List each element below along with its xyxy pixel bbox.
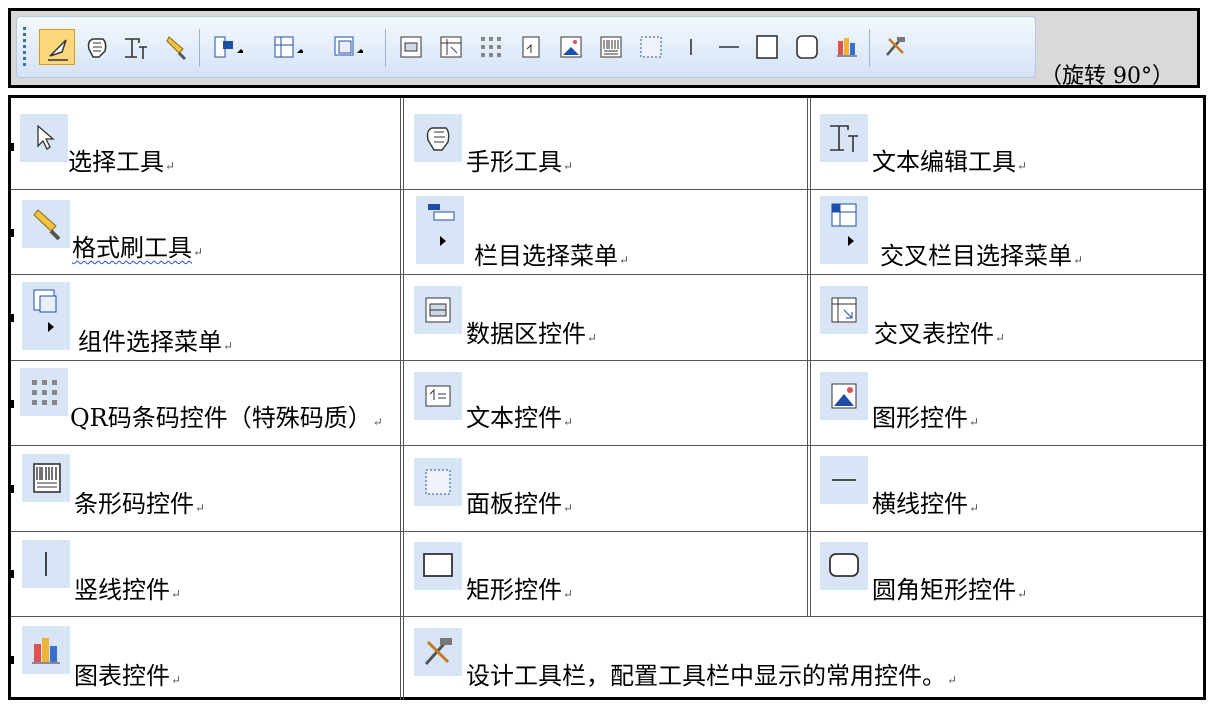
cell-label: 栏目选择菜单↵ xyxy=(474,242,630,270)
cell-label: 文本编辑工具↵ xyxy=(872,148,1028,176)
cell-label: 交叉栏目选择菜单↵ xyxy=(880,242,1084,270)
select-tool-icon[interactable] xyxy=(39,29,75,65)
crosstab-control-icon[interactable] xyxy=(433,29,469,65)
barcode-control-icon[interactable] xyxy=(593,29,629,65)
cell-label: 数据区控件↵ xyxy=(466,320,598,348)
cell-label: 选择工具↵ xyxy=(68,148,176,176)
qr-barcode-control-icon xyxy=(20,368,68,416)
cell-label: 图形控件↵ xyxy=(872,404,980,432)
format-brush-icon xyxy=(22,200,70,248)
component-select-menu-icon[interactable] xyxy=(327,29,365,65)
barcode-control-icon xyxy=(22,454,70,502)
chart-control-icon xyxy=(22,626,70,674)
toolbar xyxy=(16,16,1036,78)
column-select-menu-icon xyxy=(416,196,464,264)
cell-label: 图表控件↵ xyxy=(74,662,182,690)
rectangle-control-icon[interactable] xyxy=(749,29,785,65)
select-tool-icon xyxy=(20,114,68,162)
chart-control-icon[interactable] xyxy=(829,29,865,65)
cell-label: 组件选择菜单↵ xyxy=(78,328,234,356)
cell-label: 手形工具↵ xyxy=(466,148,574,176)
data-area-control-icon xyxy=(414,286,462,334)
hand-tool-icon xyxy=(414,114,462,162)
cell-label: 文本控件↵ xyxy=(466,404,574,432)
data-area-control-icon[interactable] xyxy=(393,29,429,65)
cell-label: 面板控件↵ xyxy=(466,490,574,518)
cell-label: 矩形控件↵ xyxy=(466,576,574,604)
text-edit-tool-icon[interactable] xyxy=(117,29,153,65)
cell-label: 设计工具栏，配置工具栏中显示的常用控件。↵ xyxy=(466,662,958,690)
hand-tool-icon[interactable] xyxy=(79,29,115,65)
column-select-menu-icon[interactable] xyxy=(207,29,245,65)
horizontal-line-control-icon[interactable] xyxy=(711,29,747,65)
cross-column-select-menu-icon xyxy=(820,196,868,264)
cell-label: 圆角矩形控件↵ xyxy=(872,576,1028,604)
cell-label: 格式刷工具↵ xyxy=(72,234,204,262)
cell-label: 条形码控件↵ xyxy=(74,490,206,518)
text-edit-tool-icon xyxy=(820,114,868,162)
panel-control-icon xyxy=(414,458,462,506)
cell-label: 交叉表控件↵ xyxy=(874,320,1006,348)
format-brush-icon[interactable] xyxy=(157,29,193,65)
image-control-icon[interactable] xyxy=(553,29,589,65)
cell-label: QR码条码控件（特殊码质）↵ xyxy=(70,404,383,432)
component-select-menu-icon xyxy=(22,282,70,350)
rounded-rectangle-control-icon xyxy=(820,542,868,590)
toolbar-grip[interactable] xyxy=(23,27,26,69)
qr-barcode-control-icon[interactable] xyxy=(473,29,509,65)
cell-label: 竖线控件↵ xyxy=(74,576,182,604)
text-control-icon xyxy=(414,372,462,420)
cross-column-select-menu-icon[interactable] xyxy=(267,29,305,65)
rectangle-control-icon xyxy=(414,542,462,590)
panel-control-icon[interactable] xyxy=(633,29,669,65)
crosstab-control-icon xyxy=(820,286,868,334)
design-toolbar-icon[interactable] xyxy=(877,29,913,65)
design-toolbar-icon xyxy=(414,628,462,676)
image-control-icon xyxy=(820,372,868,420)
rotation-note: （旋转 90°） xyxy=(1040,64,1174,89)
horizontal-line-control-icon xyxy=(820,456,868,504)
text-control-icon[interactable] xyxy=(513,29,549,65)
cell-label: 横线控件↵ xyxy=(872,490,980,518)
vertical-line-control-icon[interactable] xyxy=(673,29,709,65)
rounded-rectangle-control-icon[interactable] xyxy=(789,29,825,65)
vertical-line-control-icon xyxy=(22,540,70,588)
